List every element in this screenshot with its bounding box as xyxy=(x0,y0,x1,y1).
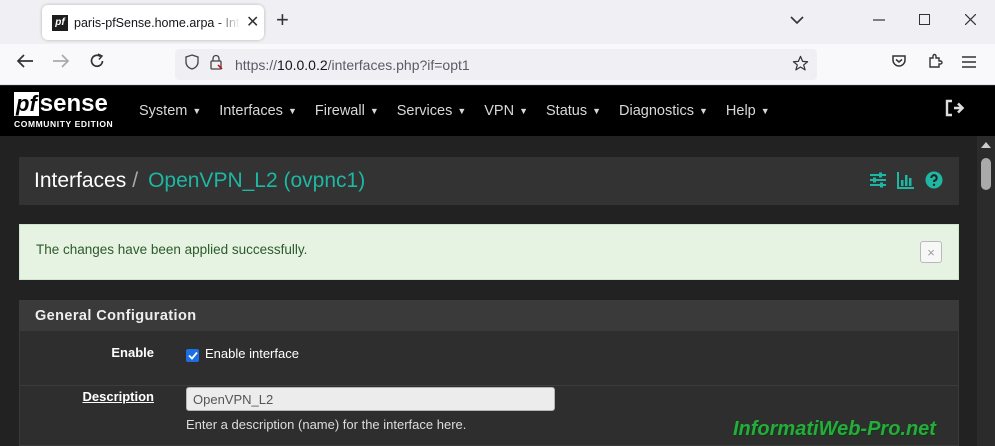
enable-checkbox-label[interactable]: Enable interface xyxy=(205,346,299,361)
menu-label: VPN xyxy=(484,103,515,119)
back-arrow-icon[interactable] xyxy=(16,53,34,72)
enable-label: Enable xyxy=(111,345,154,360)
caret-down-icon: ▼ xyxy=(369,106,379,116)
breadcrumb: Interfaces / OpenVPN_L2 (ovpnc1) xyxy=(19,157,959,205)
url-bar[interactable]: https://10.0.0.2/interfaces.php?if=opt1 xyxy=(175,49,817,80)
pfsense-favicon-icon: pf xyxy=(52,14,68,31)
success-alert: The changes have been applied successful… xyxy=(19,224,959,280)
menu-help[interactable]: Help ▼ xyxy=(717,103,779,119)
menu-diagnostics[interactable]: Diagnostics ▼ xyxy=(610,103,717,119)
caret-down-icon: ▼ xyxy=(760,106,770,116)
menu-label: Help xyxy=(725,103,756,119)
caret-down-icon: ▼ xyxy=(699,106,708,116)
checkmark-icon xyxy=(187,351,198,360)
tab-list-chevron-icon[interactable] xyxy=(790,12,804,28)
alert-message: The changes have been applied successful… xyxy=(36,242,308,257)
maximize-icon[interactable] xyxy=(919,12,930,28)
watermark: InformatiWeb-Pro.net xyxy=(733,418,936,440)
browser-tab[interactable]: pf paris-pfSense.home.arpa - Interfaces:… xyxy=(42,5,264,40)
caret-down-icon: ▼ xyxy=(592,106,602,116)
main-menu: System ▼ Interfaces ▼ Firewall ▼ Services ▼ … xyxy=(130,86,779,136)
scroll-thumb[interactable] xyxy=(981,158,991,190)
breadcrumb-separator: / xyxy=(132,169,139,192)
tab-close-icon[interactable]: ✕ xyxy=(246,14,259,31)
caret-down-icon: ▼ xyxy=(519,106,529,116)
menu-label: Firewall xyxy=(314,103,365,119)
hamburger-menu-icon[interactable] xyxy=(962,53,976,71)
menu-label: Diagnostics xyxy=(619,103,694,119)
menu-label: Services xyxy=(396,103,453,119)
extensions-icon[interactable] xyxy=(927,53,943,72)
url-path: /interfaces.php?if=opt1 xyxy=(327,56,470,73)
menu-system[interactable]: System ▼ xyxy=(130,103,210,119)
menu-label: Interfaces xyxy=(219,103,283,119)
page-content: Interfaces / OpenVPN_L2 (ovpnc1) The cha… xyxy=(0,136,977,446)
page-scrollbar[interactable] xyxy=(977,136,995,446)
panel-heading: General Configuration xyxy=(20,301,958,331)
pfsense-logo[interactable]: pf sense COMMUNITY EDITION xyxy=(14,92,113,129)
forward-arrow-icon[interactable] xyxy=(52,53,70,72)
tab-title: paris-pfSense.home.arpa - Interfaces: Op… xyxy=(74,15,240,30)
description-help-text: Enter a description (name) for the inter… xyxy=(186,417,467,432)
new-tab-icon[interactable]: + xyxy=(276,9,289,31)
menu-services[interactable]: Services ▼ xyxy=(388,103,476,119)
breadcrumb-icons xyxy=(869,171,943,194)
help-question-icon[interactable] xyxy=(925,171,943,194)
description-label[interactable]: Description xyxy=(82,389,154,404)
enable-checkbox[interactable] xyxy=(186,349,199,362)
caret-down-icon: ▼ xyxy=(287,106,297,116)
enable-control: Enable interface xyxy=(186,345,299,363)
browser-navbar: https://10.0.0.2/interfaces.php?if=opt1 xyxy=(0,44,995,85)
window-close-icon[interactable] xyxy=(964,12,977,28)
menu-status[interactable]: Status ▼ xyxy=(537,103,610,119)
row-divider xyxy=(20,385,958,386)
menu-label: Status xyxy=(546,103,588,119)
shield-icon[interactable] xyxy=(185,54,199,75)
reload-icon[interactable] xyxy=(89,53,105,72)
menu-firewall[interactable]: Firewall ▼ xyxy=(306,103,388,119)
logo-pf: pf xyxy=(14,91,39,116)
caret-down-icon: ▼ xyxy=(457,106,467,116)
menu-interfaces[interactable]: Interfaces ▼ xyxy=(210,103,306,119)
close-icon[interactable]: × xyxy=(920,241,942,263)
logo-edition: COMMUNITY EDITION xyxy=(14,119,114,129)
pocket-icon[interactable] xyxy=(891,53,907,72)
url-host: 10.0.0.2 xyxy=(277,56,328,73)
panel-title: General Configuration xyxy=(35,308,197,324)
menu-vpn[interactable]: VPN ▼ xyxy=(475,103,537,119)
bookmark-star-icon[interactable] xyxy=(792,55,809,77)
logo-sense: sense xyxy=(39,90,108,117)
menu-label: System xyxy=(139,103,188,119)
breadcrumb-current[interactable]: OpenVPN_L2 (ovpnc1) xyxy=(148,169,365,193)
sliders-icon[interactable] xyxy=(869,171,887,194)
description-control: OpenVPN_L2 Enter a description (name) fo… xyxy=(186,387,555,432)
url-text[interactable]: https://10.0.0.2/interfaces.php?if=opt1 xyxy=(235,57,470,73)
logout-icon[interactable] xyxy=(945,99,965,122)
scroll-up-arrow-icon[interactable] xyxy=(981,142,991,148)
minimize-icon[interactable] xyxy=(873,12,885,28)
bar-chart-icon[interactable] xyxy=(897,171,915,194)
description-input[interactable]: OpenVPN_L2 xyxy=(186,387,555,411)
pfsense-header: pf sense COMMUNITY EDITION System ▼ Inter… xyxy=(0,86,995,136)
breadcrumb-interfaces[interactable]: Interfaces xyxy=(34,169,126,193)
browser-tabbar: pf paris-pfSense.home.arpa - Interfaces:… xyxy=(0,0,995,44)
lock-icon[interactable] xyxy=(209,54,223,75)
caret-down-icon: ▼ xyxy=(192,106,202,116)
url-prefix: https:// xyxy=(235,56,278,73)
